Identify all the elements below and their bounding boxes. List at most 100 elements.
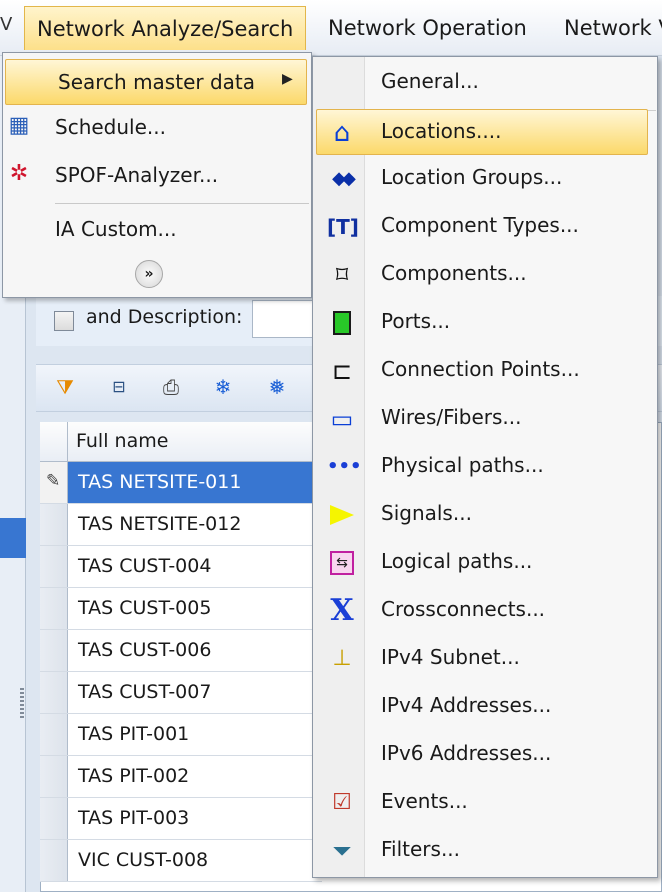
table-row[interactable]: TAS PIT-001 xyxy=(40,714,322,756)
location-groups-icon: ◆◆ xyxy=(332,168,356,189)
menu-item-label: Events... xyxy=(381,789,468,813)
row-header[interactable] xyxy=(40,798,68,839)
description-checkbox[interactable] xyxy=(54,311,74,331)
table-row[interactable]: ✎ TAS NETSITE-011 xyxy=(40,462,322,504)
table-row[interactable]: TAS PIT-003 xyxy=(40,798,322,840)
menu-item-ia-custom[interactable]: IA Custom... xyxy=(3,207,311,253)
table-row[interactable]: VIC CUST-008 xyxy=(40,840,322,882)
filter-icon: ⏷ xyxy=(332,837,352,865)
menu-item-locations[interactable]: ⌂ Locations.... xyxy=(316,109,648,155)
menu-item-general[interactable]: General... xyxy=(313,60,657,106)
menu-network-analyze-search[interactable]: Network Analyze/Search xyxy=(24,6,307,50)
cell-full-name: TAS NETSITE-012 xyxy=(78,513,242,535)
table-row[interactable]: TAS NETSITE-012 xyxy=(40,504,322,546)
menu-item-label: Component Types... xyxy=(381,213,579,237)
menu-item-ports[interactable]: Ports... xyxy=(313,300,657,346)
menu-item-label: Wires/Fibers... xyxy=(381,405,522,429)
house-icon: ⌂ xyxy=(333,118,351,148)
submenu-arrow-icon: ▶ xyxy=(282,71,293,87)
cell-full-name: TAS CUST-007 xyxy=(78,681,212,703)
signal-flag-icon xyxy=(327,500,357,530)
menu-item-ipv4-subnet[interactable]: ⊥ IPv4 Subnet... xyxy=(313,636,657,682)
table-row[interactable]: TAS PIT-002 xyxy=(40,756,322,798)
menu-bar: V Network Analyze/Search Network Operati… xyxy=(0,0,662,56)
table-row[interactable]: TAS CUST-004 xyxy=(40,546,322,588)
row-header[interactable]: ✎ xyxy=(40,462,68,503)
menu-item-label: Physical paths... xyxy=(381,453,544,477)
menubar-edge-glyph: V xyxy=(0,14,13,35)
menu-item-search-master-data[interactable]: Search master data ▶ xyxy=(5,59,307,105)
cell-full-name: VIC CUST-008 xyxy=(78,849,209,871)
columns-icon[interactable]: ⊟ xyxy=(104,372,134,402)
print-icon[interactable]: ⎙ xyxy=(156,372,186,402)
row-header[interactable] xyxy=(40,630,68,671)
row-header[interactable] xyxy=(40,714,68,755)
menu-item-label: Ports... xyxy=(381,309,451,333)
snowflake-icon[interactable]: ❄ xyxy=(208,372,238,402)
row-header[interactable] xyxy=(40,504,68,545)
cell-full-name: TAS NETSITE-011 xyxy=(78,471,242,493)
column-header-full-name[interactable]: Full name xyxy=(76,430,168,452)
table-row[interactable]: TAS CUST-005 xyxy=(40,588,322,630)
menu-item-label: Crossconnects... xyxy=(381,597,546,621)
menu-item-physical-paths[interactable]: ••• Physical paths... xyxy=(313,444,657,490)
row-header[interactable] xyxy=(40,588,68,629)
menu-item-label: Search master data xyxy=(58,70,256,94)
snowflake-tree-icon[interactable]: ❅ xyxy=(262,372,292,402)
component-icon: ⌑ xyxy=(335,261,349,289)
table-row[interactable]: TAS CUST-006 xyxy=(40,630,322,672)
menu-item-logical-paths[interactable]: ⇆ Logical paths... xyxy=(313,540,657,586)
menu-item-label: IPv6 Addresses... xyxy=(381,741,552,765)
menu-item-label: General... xyxy=(381,69,479,93)
cell-full-name: TAS PIT-001 xyxy=(78,723,190,745)
connection-point-icon: ⊏ xyxy=(331,357,353,385)
expand-menu-chevron-icon[interactable]: » xyxy=(135,260,163,288)
menu-separator xyxy=(55,203,309,204)
menu-item-schedule[interactable]: ▦ Schedule... xyxy=(3,105,311,151)
description-checkbox-label: and Description: xyxy=(86,306,243,328)
cell-full-name: TAS CUST-005 xyxy=(78,597,212,619)
row-header[interactable] xyxy=(40,546,68,587)
menu-item-component-types[interactable]: [T] Component Types... xyxy=(313,204,657,250)
menu-network-v[interactable]: Network V xyxy=(552,6,662,50)
menu-item-ipv6-addresses[interactable]: IPv6 Addresses... xyxy=(313,732,657,778)
menu-item-label: Components... xyxy=(381,261,527,285)
menu-item-filters[interactable]: ⏷ Filters... xyxy=(313,828,657,874)
menu-item-label: Schedule... xyxy=(55,115,166,139)
row-header[interactable] xyxy=(40,672,68,713)
menu-item-label: IA Custom... xyxy=(55,217,177,241)
menu-item-label: Logical paths... xyxy=(381,549,533,573)
menu-item-events[interactable]: ☑ Events... xyxy=(313,780,657,826)
table-row[interactable]: TAS CUST-007 xyxy=(40,672,322,714)
crossconnect-icon: X xyxy=(330,593,354,628)
row-header[interactable] xyxy=(40,756,68,797)
filter-icon[interactable]: ⧩ xyxy=(50,372,80,402)
menu-item-wires-fibers[interactable]: ▭ Wires/Fibers... xyxy=(313,396,657,442)
splitter-grip[interactable] xyxy=(20,688,24,718)
row-header[interactable] xyxy=(40,840,68,881)
menu-item-label: IPv4 Subnet... xyxy=(381,645,520,669)
menu-item-ipv4-addresses[interactable]: IPv4 Addresses... xyxy=(313,684,657,730)
menu-item-signals[interactable]: Signals... xyxy=(313,492,657,538)
menu-item-crossconnects[interactable]: X Crossconnects... xyxy=(313,588,657,634)
description-input[interactable] xyxy=(252,300,318,338)
menu-item-label: Signals... xyxy=(381,501,472,525)
menu-item-label: SPOF-Analyzer... xyxy=(55,163,219,187)
wire-icon: ▭ xyxy=(330,405,354,433)
grid-header: Full name xyxy=(40,422,322,462)
physical-path-icon: ••• xyxy=(327,456,362,477)
menu-item-label: Locations.... xyxy=(381,119,502,143)
menu-item-label: Location Groups... xyxy=(381,165,563,189)
menu-item-label: Connection Points... xyxy=(381,357,580,381)
menu-item-label: Filters... xyxy=(381,837,461,861)
menu-item-location-groups[interactable]: ◆◆ Location Groups... xyxy=(313,156,657,202)
menu-item-label: IPv4 Addresses... xyxy=(381,693,552,717)
grid-header-corner xyxy=(40,422,68,462)
menu-item-connection-points[interactable]: ⊏ Connection Points... xyxy=(313,348,657,394)
cell-full-name: TAS PIT-003 xyxy=(78,807,190,829)
menu-network-operation[interactable]: Network Operation xyxy=(316,6,539,50)
port-icon xyxy=(327,308,357,338)
menu-item-spof-analyzer[interactable]: ✲ SPOF-Analyzer... xyxy=(3,153,311,199)
menu-item-components[interactable]: ⌑ Components... xyxy=(313,252,657,298)
left-panel-selection xyxy=(0,518,26,558)
